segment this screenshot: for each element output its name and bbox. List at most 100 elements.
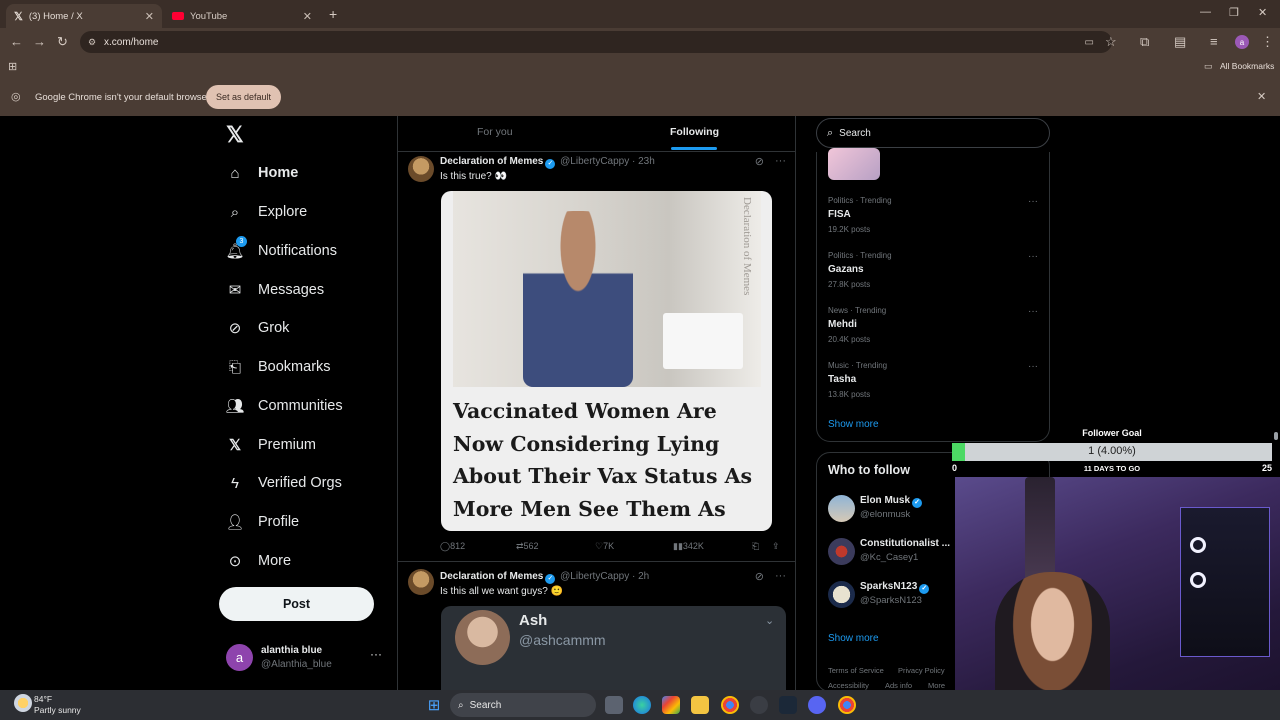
apps-grid-icon[interactable]: ⊞ <box>8 60 17 73</box>
install-icon[interactable]: ▭ <box>1085 37 1094 48</box>
tweet-time[interactable]: · 23h <box>632 156 655 167</box>
bookmark-icon[interactable]: ⎗ <box>752 541 759 552</box>
account-switcher[interactable]: a alanthia blue @Alanthia_blue ··· <box>226 641 386 681</box>
extensions-icon[interactable]: ⧉ <box>1140 34 1149 50</box>
tab-for-you[interactable]: For you <box>477 126 513 138</box>
all-bookmarks-link[interactable]: All Bookmarks <box>1220 61 1274 71</box>
sidebar-item-premium[interactable]: 𝕏 Premium <box>226 431 316 459</box>
footer-link[interactable]: Ads info <box>885 681 912 690</box>
url-field[interactable]: ⚙ x.com/home ▭ <box>80 31 1112 53</box>
taskbar-search[interactable]: ⌕ Search <box>450 693 596 717</box>
profile-avatar[interactable]: a <box>1235 35 1249 49</box>
embedded-card[interactable]: Ash @ashcammm ⌄ <box>441 606 786 690</box>
close-tab-icon[interactable]: ✕ <box>303 10 312 23</box>
chrome-icon[interactable] <box>838 696 856 714</box>
post-button[interactable]: Post <box>219 587 374 621</box>
timeline: For you Following Declaration of Memes ✓ … <box>397 116 796 690</box>
avatar[interactable] <box>408 156 434 182</box>
x-logo-icon[interactable]: 𝕏 <box>226 122 244 148</box>
close-window-icon[interactable]: ✕ <box>1258 6 1267 19</box>
sidebar-item-communities[interactable]: 👥︎ Communities <box>225 392 342 420</box>
sidebar-item-explore[interactable]: ⌕ Explore <box>226 198 307 226</box>
tweet-author-handle[interactable]: @LibertyCappy <box>560 156 629 167</box>
more-dots-icon[interactable]: ··· <box>1028 361 1038 372</box>
close-infobar-icon[interactable]: ✕ <box>1257 90 1266 103</box>
close-tab-icon[interactable]: ✕ <box>145 10 154 23</box>
discord-icon[interactable] <box>808 696 826 714</box>
sidebar-item-grok[interactable]: ⊘ Grok <box>226 314 290 342</box>
trend-item[interactable]: Politics · Trending Gazans 27.8K posts ·… <box>828 251 1038 289</box>
scrollbar-thumb[interactable] <box>1274 432 1278 440</box>
chrome-menu-icon[interactable]: ⋮ <box>1261 34 1274 50</box>
footer-link[interactable]: Accessibility <box>828 681 869 690</box>
repost-count: 562 <box>523 541 539 551</box>
copilot-icon[interactable] <box>662 696 680 714</box>
tweet[interactable]: Declaration of Memes ✓ @LibertyCappy · 23… <box>398 152 796 562</box>
tweet-author-name[interactable]: Declaration of Memes <box>440 156 543 167</box>
tab-following[interactable]: Following <box>670 126 719 138</box>
sidebar-item-more[interactable]: ⊙ More <box>226 547 291 575</box>
more-dots-icon[interactable]: ··· <box>775 155 786 167</box>
chrome-icon[interactable] <box>721 696 739 714</box>
sidepanel-icon[interactable]: ▤ <box>1174 34 1186 50</box>
reply-button[interactable]: ◯ 812 <box>440 541 465 552</box>
views-button[interactable]: ▮▮ 342K <box>673 541 704 552</box>
back-icon[interactable]: ← <box>10 34 23 49</box>
avatar[interactable] <box>408 569 434 595</box>
edge-icon[interactable] <box>633 696 651 714</box>
forward-icon[interactable]: → <box>33 34 46 49</box>
trend-item[interactable]: Music · Trending Tasha 13.8K posts ··· <box>828 361 1038 399</box>
tweet-media-card[interactable]: Declaration of Memes Vaccinated Women Ar… <box>441 191 772 531</box>
trend-meta: Politics · Trending <box>828 251 892 260</box>
new-tab-icon[interactable]: + <box>329 6 337 22</box>
search-icon: ⌕ <box>827 126 834 139</box>
obs-icon[interactable] <box>750 696 768 714</box>
tweet-author-name[interactable]: Declaration of Memes <box>440 571 543 582</box>
sidebar-item-profile[interactable]: 👤︎ Profile <box>225 508 299 536</box>
set-default-button[interactable]: Set as default <box>206 85 281 109</box>
show-more-link[interactable]: Show more <box>828 633 879 644</box>
footer-link[interactable]: More <box>928 681 945 690</box>
weather-icon[interactable] <box>14 694 32 712</box>
trend-thumbnail[interactable] <box>828 148 880 180</box>
sidebar-item-label: Premium <box>258 437 317 453</box>
more-dots-icon[interactable]: ··· <box>370 647 382 661</box>
footer-link[interactable]: Terms of Service <box>828 666 884 675</box>
task-view-icon[interactable] <box>605 696 623 714</box>
tweet[interactable]: Declaration of Memes ✓ @LibertyCappy · 2h… <box>398 563 796 690</box>
trend-item[interactable]: Politics · Trending FISA 19.2K posts ··· <box>828 196 1038 234</box>
site-info-icon[interactable]: ⚙ <box>88 37 96 48</box>
tab-youtube[interactable]: YouTube ✕ <box>164 4 320 28</box>
file-explorer-icon[interactable] <box>691 696 709 714</box>
minimize-icon[interactable]: — <box>1200 6 1211 18</box>
reload-icon[interactable]: ↻ <box>57 34 68 50</box>
sidebar-item-notifications[interactable]: 🔔︎ 3 Notifications <box>225 236 337 265</box>
windows-start-icon[interactable]: ⊞ <box>425 696 443 714</box>
more-dots-icon[interactable]: ··· <box>1028 196 1038 207</box>
more-dots-icon[interactable]: ··· <box>1028 306 1038 317</box>
media-icon[interactable]: ≡ <box>1210 34 1218 49</box>
star-icon[interactable]: ☆ <box>1105 34 1117 50</box>
more-dots-icon[interactable]: ··· <box>1028 251 1038 262</box>
more-dots-icon[interactable]: ··· <box>775 570 786 582</box>
sidebar-item-messages[interactable]: ✉ Messages <box>226 276 324 304</box>
repost-button[interactable]: ⇄ 562 <box>516 541 539 552</box>
trend-item[interactable]: News · Trending Mehdi 20.4K posts ··· <box>828 306 1038 344</box>
steam-icon[interactable] <box>779 696 797 714</box>
show-more-link[interactable]: Show more <box>828 419 879 430</box>
sidebar-item-label: Grok <box>258 320 290 336</box>
chevron-down-icon[interactable]: ⌄ <box>765 614 774 627</box>
like-button[interactable]: ♡ 7K <box>595 541 614 552</box>
search-input[interactable]: ⌕ Search <box>816 118 1050 148</box>
restore-icon[interactable]: ❐ <box>1229 6 1239 19</box>
grok-icon[interactable]: ⊘ <box>755 570 764 583</box>
grok-icon[interactable]: ⊘ <box>755 155 764 168</box>
sidebar-item-home[interactable]: ⌂ Home <box>226 159 298 187</box>
share-icon[interactable]: ⇪ <box>772 541 780 552</box>
tweet-time[interactable]: · 2h <box>632 571 649 582</box>
tab-x-home[interactable]: 𝕏 (3) Home / X ✕ <box>6 4 162 28</box>
footer-link[interactable]: Privacy Policy <box>898 666 945 675</box>
tweet-author-handle[interactable]: @LibertyCappy <box>560 571 629 582</box>
sidebar-item-verified-orgs[interactable]: ϟ Verified Orgs <box>226 469 342 497</box>
sidebar-item-bookmarks[interactable]: ⎗ Bookmarks <box>226 353 331 381</box>
